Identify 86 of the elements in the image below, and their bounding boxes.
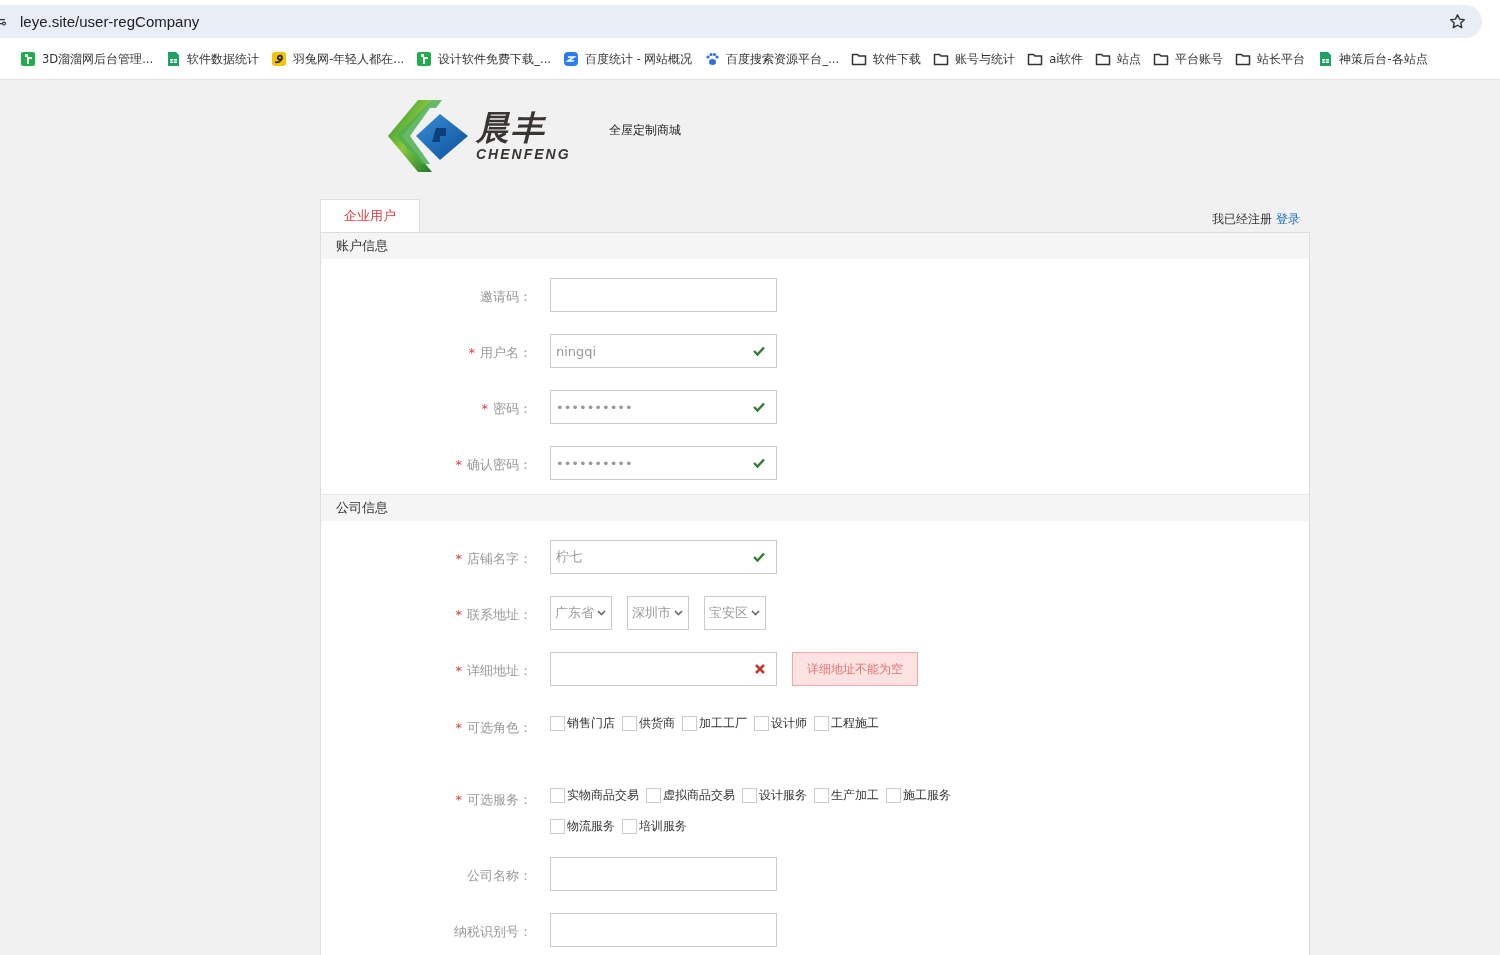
- field-label: 纳税识别号：: [454, 924, 532, 939]
- checkbox-label[interactable]: 设计师: [771, 715, 807, 732]
- required-mark: *: [455, 457, 462, 472]
- bookmark[interactable]: 百度统计 - 网站概况: [563, 51, 693, 67]
- field-label: 联系地址：: [467, 607, 532, 622]
- checkbox-label[interactable]: 培训服务: [639, 818, 687, 835]
- text-field[interactable]: [550, 278, 777, 312]
- section-header: 账户信息: [321, 233, 1309, 259]
- checkbox-label[interactable]: 施工服务: [903, 787, 951, 804]
- field-label: 详细地址：: [467, 663, 532, 678]
- checkbox[interactable]: [646, 788, 661, 803]
- bookmark[interactable]: 账号与统计: [933, 51, 1016, 67]
- field-label: 用户名：: [480, 345, 532, 360]
- required-mark: *: [455, 792, 462, 807]
- folder-icon: [1027, 51, 1044, 67]
- checkbox[interactable]: [814, 788, 829, 803]
- checkbox[interactable]: [886, 788, 901, 803]
- swirl-icon: [271, 51, 288, 67]
- checkbox-label[interactable]: 虚拟商品交易: [663, 787, 735, 804]
- field-label: 可选角色：: [467, 720, 532, 735]
- required-mark: *: [481, 401, 488, 416]
- checkbox[interactable]: [550, 716, 565, 731]
- text-field[interactable]: [550, 652, 777, 686]
- bookmark[interactable]: 平台账号: [1153, 51, 1224, 67]
- field-label: 公司名称：: [467, 868, 532, 883]
- checkbox-label[interactable]: 销售门店: [567, 715, 615, 732]
- field-label: 确认密码：: [467, 457, 532, 472]
- chevron-down-icon: [674, 610, 683, 616]
- bookmark[interactable]: 神策后台-各站点: [1317, 51, 1428, 67]
- error-message: 详细地址不能为空: [792, 652, 918, 686]
- folder-icon: [851, 51, 868, 67]
- field-label: 可选服务：: [467, 792, 532, 807]
- chevron-down-icon: [751, 610, 760, 616]
- checkbox-label[interactable]: 生产加工: [831, 787, 879, 804]
- paw-icon: [704, 51, 721, 67]
- field-label: 店铺名字：: [467, 551, 532, 566]
- bookmark[interactable]: 3D溜溜网后台管理...: [20, 51, 154, 67]
- checkbox[interactable]: [622, 819, 637, 834]
- checkbox[interactable]: [682, 716, 697, 731]
- folder-icon: [933, 51, 950, 67]
- checkbox[interactable]: [622, 716, 637, 731]
- chevron-down-icon: [597, 610, 606, 616]
- bookmark[interactable]: 软件数据统计: [165, 51, 260, 67]
- url-text: leye.site/user-regCompany: [20, 13, 201, 30]
- login-link[interactable]: 登录: [1276, 212, 1300, 226]
- field-label: 密码：: [493, 401, 532, 416]
- login-prompt-text: 我已经注册: [1212, 212, 1273, 226]
- checkbox[interactable]: [550, 819, 565, 834]
- spreadsheet-icon: [1317, 51, 1334, 67]
- checkbox[interactable]: [742, 788, 757, 803]
- bookmark[interactable]: 站点: [1095, 51, 1142, 67]
- bookmark-star-icon[interactable]: [1449, 13, 1466, 30]
- checkbox-label[interactable]: 供货商: [639, 715, 675, 732]
- bookmark[interactable]: 软件下载: [851, 51, 922, 67]
- folder-icon: [1235, 51, 1252, 67]
- loop-icon: [563, 51, 579, 67]
- bookmark[interactable]: 站长平台: [1235, 51, 1306, 67]
- checkbox-label[interactable]: 实物商品交易: [567, 787, 639, 804]
- checkbox-label[interactable]: 物流服务: [567, 818, 615, 835]
- required-mark: *: [468, 345, 475, 360]
- checkbox[interactable]: [754, 716, 769, 731]
- bookmark[interactable]: 百度搜索资源平台_...: [704, 51, 840, 67]
- brand-name: 晨丰: [476, 109, 547, 146]
- folder-icon: [1095, 51, 1112, 67]
- text-field[interactable]: [550, 913, 777, 947]
- tagline: 全屋定制商城: [608, 122, 681, 139]
- required-mark: *: [455, 663, 462, 678]
- checkbox-label[interactable]: 工程施工: [831, 715, 879, 732]
- required-mark: *: [455, 551, 462, 566]
- text-field[interactable]: [550, 857, 777, 891]
- required-mark: *: [455, 720, 462, 735]
- field-label: 邀请码：: [480, 289, 532, 304]
- checkbox-label[interactable]: 设计服务: [759, 787, 807, 804]
- checkbox[interactable]: [550, 788, 565, 803]
- bookmark[interactable]: 设计软件免费下载_...: [416, 51, 551, 67]
- address-bar[interactable]: leye.site/user-regCompany: [0, 5, 1482, 38]
- folder-icon: [1153, 51, 1170, 67]
- bookmark[interactable]: ai软件: [1027, 51, 1084, 67]
- checkbox-label[interactable]: 加工工厂: [699, 715, 747, 732]
- spreadsheet-icon: [165, 51, 182, 67]
- tab[interactable]: 企业用户: [320, 199, 420, 232]
- checkbox[interactable]: [814, 716, 829, 731]
- bookmark[interactable]: 羽兔网-年轻人都在...: [271, 51, 405, 67]
- required-mark: *: [455, 607, 462, 622]
- brand-latin-name: CHENFENG: [476, 145, 571, 162]
- section-header: 公司信息: [321, 495, 1309, 521]
